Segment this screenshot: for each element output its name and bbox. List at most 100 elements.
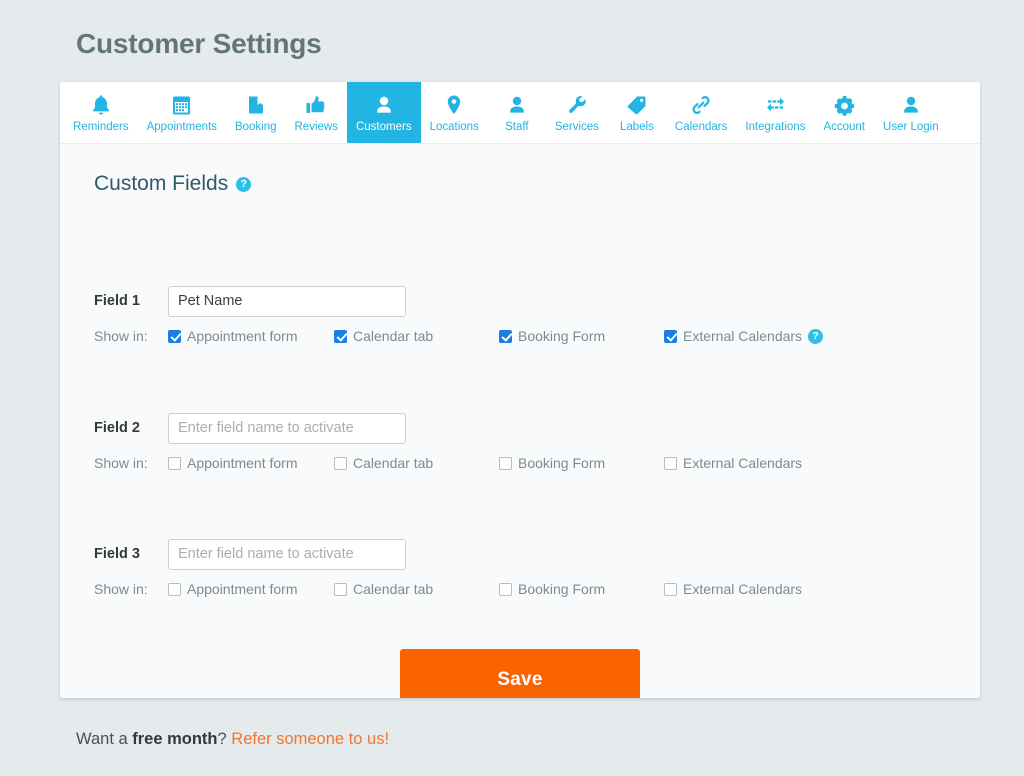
footer-referral: Want a free month? Refer someone to us! bbox=[76, 730, 389, 749]
checkbox-calendar-tab-1[interactable]: Calendar tab bbox=[334, 328, 499, 344]
checkbox-label: Booking Form bbox=[518, 455, 606, 471]
custom-field-2: Field 2 Show in: Appointment form Calend… bbox=[60, 412, 980, 471]
checkbox-label: Booking Form bbox=[518, 328, 606, 344]
tab-label: Appointments bbox=[146, 120, 217, 133]
tab-labels[interactable]: Labels bbox=[608, 82, 666, 143]
field-1-checkboxes: Show in: Appointment form Calendar tab B… bbox=[60, 328, 980, 344]
tab-integrations[interactable]: Integrations bbox=[736, 82, 814, 143]
tab-label: Staff bbox=[505, 120, 529, 133]
checkbox-label: Calendar tab bbox=[353, 581, 434, 597]
field-row: Field 1 bbox=[60, 285, 980, 317]
thumbs-up-icon bbox=[305, 92, 327, 116]
book-icon bbox=[246, 92, 266, 116]
field-3-input[interactable] bbox=[168, 538, 406, 570]
field-label: Field 1 bbox=[94, 293, 140, 309]
checkbox-appointment-form-1[interactable]: Appointment form bbox=[168, 328, 334, 344]
bell-icon bbox=[91, 92, 111, 116]
footer-text-middle: ? bbox=[217, 730, 232, 748]
save-button[interactable]: Save bbox=[400, 649, 640, 698]
footer-text-before: Want a bbox=[76, 730, 133, 748]
checkbox-booking-form-2[interactable]: Booking Form bbox=[499, 455, 664, 471]
tab-label: Booking bbox=[234, 120, 277, 133]
tab-label: Account bbox=[823, 120, 866, 133]
checkbox-box[interactable] bbox=[168, 582, 181, 596]
tag-icon bbox=[626, 92, 647, 116]
show-in-label: Show in: bbox=[94, 328, 148, 344]
checkbox-label: External Calendars bbox=[683, 581, 803, 597]
field-row: Field 2 bbox=[60, 412, 980, 444]
checkbox-box[interactable] bbox=[499, 456, 512, 470]
page-title: Customer Settings bbox=[76, 28, 322, 59]
checkbox-external-calendars-3[interactable]: External Calendars bbox=[664, 581, 802, 597]
tab-label: Locations bbox=[429, 120, 479, 133]
checkbox-appointment-form-3[interactable]: Appointment form bbox=[168, 581, 334, 597]
referral-link[interactable]: Refer someone to us! bbox=[231, 730, 389, 748]
checkbox-box[interactable] bbox=[499, 329, 512, 343]
settings-card: Reminders Appointments Booking Reviews C… bbox=[60, 82, 980, 698]
person-icon bbox=[901, 92, 921, 116]
tab-staff[interactable]: Staff bbox=[488, 82, 546, 143]
field-label: Field 3 bbox=[94, 546, 140, 562]
help-icon[interactable]: ? bbox=[808, 328, 824, 344]
checkbox-box[interactable] bbox=[664, 329, 677, 343]
checkbox-appointment-form-2[interactable]: Appointment form bbox=[168, 455, 334, 471]
gear-icon bbox=[834, 92, 855, 116]
person-icon bbox=[507, 92, 527, 116]
tab-booking[interactable]: Booking bbox=[226, 82, 286, 143]
link-icon bbox=[690, 92, 712, 116]
checkbox-label: External Calendars bbox=[683, 328, 803, 344]
checkbox-box[interactable] bbox=[664, 582, 677, 596]
checkbox-box[interactable] bbox=[168, 456, 181, 470]
card-body: Custom Fields ? Field 1 Show in: Appoint… bbox=[60, 144, 980, 698]
tab-customers[interactable]: Customers bbox=[346, 82, 421, 143]
field-1-input[interactable] bbox=[168, 285, 406, 317]
tab-locations[interactable]: Locations bbox=[421, 82, 488, 143]
checkbox-label: Calendar tab bbox=[353, 328, 434, 344]
tab-label: User Login bbox=[883, 120, 939, 133]
tab-appointments[interactable]: Appointments bbox=[138, 82, 226, 143]
field-row: Field 3 bbox=[60, 538, 980, 570]
tab-services[interactable]: Services bbox=[546, 82, 608, 143]
tab-label: Calendars bbox=[674, 120, 728, 133]
calendar-icon bbox=[171, 92, 192, 116]
tab-reviews[interactable]: Reviews bbox=[286, 82, 347, 143]
checkbox-box[interactable] bbox=[334, 582, 347, 596]
checkbox-booking-form-3[interactable]: Booking Form bbox=[499, 581, 664, 597]
section-title: Custom Fields ? bbox=[60, 144, 980, 196]
checkbox-box[interactable] bbox=[664, 456, 677, 470]
tab-reminders[interactable]: Reminders bbox=[64, 82, 138, 143]
help-icon[interactable]: ? bbox=[236, 176, 252, 192]
field-3-checkboxes: Show in: Appointment form Calendar tab B… bbox=[60, 581, 980, 597]
checkbox-label: Appointment form bbox=[187, 455, 298, 471]
field-2-checkboxes: Show in: Appointment form Calendar tab B… bbox=[60, 455, 980, 471]
checkbox-booking-form-1[interactable]: Booking Form bbox=[499, 328, 664, 344]
custom-field-3: Field 3 Show in: Appointment form Calend… bbox=[60, 538, 980, 597]
checkbox-label: External Calendars bbox=[683, 455, 803, 471]
checkbox-label: Appointment form bbox=[187, 328, 298, 344]
custom-field-1: Field 1 Show in: Appointment form Calend… bbox=[60, 285, 980, 344]
checkbox-label: Calendar tab bbox=[353, 455, 434, 471]
checkbox-box[interactable] bbox=[168, 329, 181, 343]
checkbox-box[interactable] bbox=[499, 582, 512, 596]
checkbox-calendar-tab-3[interactable]: Calendar tab bbox=[334, 581, 499, 597]
tab-label: Services bbox=[554, 120, 599, 133]
section-title-text: Custom Fields bbox=[94, 172, 229, 195]
tab-user-login[interactable]: User Login bbox=[874, 82, 948, 143]
wrench-icon bbox=[567, 92, 587, 116]
tab-label: Reminders bbox=[73, 120, 129, 133]
checkbox-box[interactable] bbox=[334, 456, 347, 470]
checkbox-box[interactable] bbox=[334, 329, 347, 343]
tab-label: Reviews bbox=[294, 120, 338, 133]
exchange-icon bbox=[764, 92, 787, 116]
checkbox-calendar-tab-2[interactable]: Calendar tab bbox=[334, 455, 499, 471]
tab-calendars[interactable]: Calendars bbox=[666, 82, 736, 143]
tab-account[interactable]: Account bbox=[814, 82, 874, 143]
field-label: Field 2 bbox=[94, 420, 140, 436]
tab-label: Customers bbox=[355, 120, 412, 133]
checkbox-external-calendars-2[interactable]: External Calendars bbox=[664, 455, 802, 471]
show-in-label: Show in: bbox=[94, 455, 148, 471]
map-pin-icon bbox=[445, 92, 463, 116]
field-2-input[interactable] bbox=[168, 412, 406, 444]
tab-label: Integrations bbox=[745, 120, 806, 133]
checkbox-external-calendars-1[interactable]: External Calendars ? bbox=[664, 328, 824, 344]
